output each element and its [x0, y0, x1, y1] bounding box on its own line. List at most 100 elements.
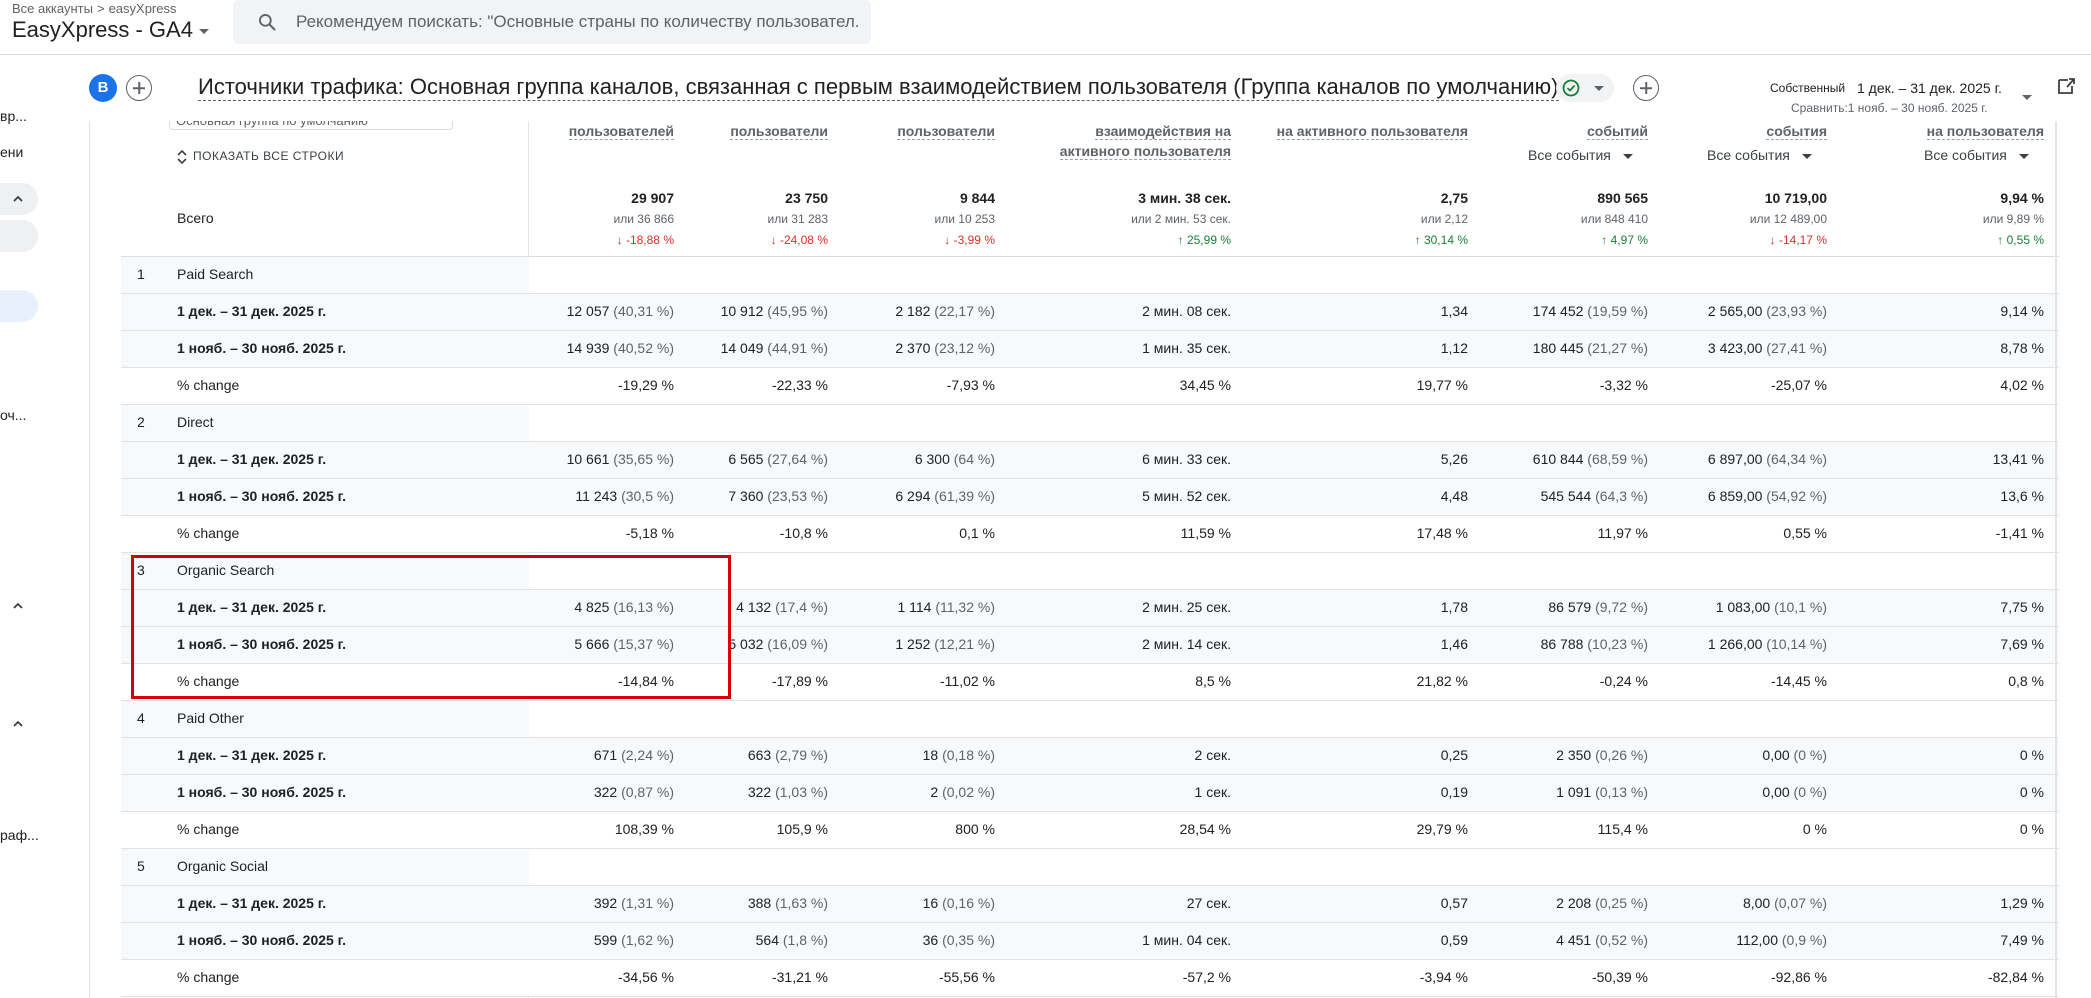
report-title[interactable]: Источники трафика: Основная группа канал…	[198, 74, 1559, 101]
metric-share: (23,12 %)	[930, 340, 995, 356]
metric-share: (0,9 %)	[1777, 932, 1827, 948]
metric-value: 86 788	[1540, 636, 1584, 652]
total-value: 9,94 %	[2000, 190, 2044, 206]
breadcrumb-all-accounts[interactable]: Все аккаунты	[12, 1, 93, 16]
channel-name[interactable]: Direct	[177, 414, 214, 430]
chevron-up-icon[interactable]	[12, 193, 24, 205]
group-row-right-fill	[529, 405, 2059, 441]
nav-label-3[interactable]: оч...	[0, 407, 26, 423]
metric-value: 174 452	[1532, 303, 1584, 319]
date-range-value[interactable]: 1 дек. – 31 дек. 2025 г.	[1857, 80, 2002, 96]
metric-header[interactable]: на пользователя	[1704, 121, 2044, 141]
total-change: ↑ 25,99 %	[1177, 233, 1231, 247]
metric-share: (27,41 %)	[1762, 340, 1827, 356]
add-comparison-icon[interactable]	[126, 75, 152, 101]
metric-cell: 16 (0,16 %)	[775, 895, 995, 911]
metric-cell: 7,75 %	[1824, 599, 2044, 615]
table-row: % change -5,18 % -10,8 % 0,1 % 11,59 % 17,48 …	[121, 516, 2059, 553]
metric-cell: 1,29 %	[1824, 895, 2044, 911]
metric-value: 1 091	[1556, 784, 1592, 800]
metric-cell: 1 сек.	[1011, 784, 1231, 800]
nav-label-4[interactable]: раф...	[0, 827, 39, 843]
metric-cell: 13,6 %	[1824, 488, 2044, 504]
metric-value: -1,41 %	[1995, 525, 2044, 541]
metric-value: 800 %	[955, 821, 995, 837]
add-card-icon[interactable]	[1633, 75, 1659, 101]
metric-cell: 3 423,00 (27,41 %)	[1607, 340, 1827, 356]
metric-value: 112,00	[1736, 932, 1778, 948]
metric-share: (11,32 %)	[931, 599, 995, 615]
nav-label-1[interactable]: вр...	[0, 108, 27, 124]
caret-down-icon	[198, 28, 209, 34]
metric-cell: 2 мин. 08 сек.	[1011, 303, 1231, 319]
metric-value: 2 182	[895, 303, 931, 319]
table-row: 1 дек. – 31 дек. 2025 г. 671 (2,24 %) 663 …	[121, 738, 2059, 775]
metric-value: 0,00	[1762, 747, 1790, 763]
metric-value: 10 912	[720, 303, 764, 319]
metric-share: (0 %)	[1789, 784, 1827, 800]
metric-value: -57,2 %	[1182, 969, 1231, 985]
channel-name[interactable]: Organic Social	[177, 858, 268, 874]
metric-value: -92,86 %	[1770, 969, 1827, 985]
show-all-rows-label: ПОКАЗАТЬ ВСЕ СТРОКИ	[193, 149, 345, 164]
metric-cell: 13,41 %	[1824, 451, 2044, 467]
metric-cell: 800 %	[775, 821, 995, 837]
breadcrumb-account[interactable]: easyXpress	[109, 1, 177, 16]
metric-value: 10 661	[566, 451, 610, 467]
chevron-up-icon[interactable]	[12, 600, 24, 612]
metric-cell: 2 565,00 (23,93 %)	[1607, 303, 1827, 319]
total-value: 23 750	[785, 190, 828, 206]
metric-header-text: на пользователя	[1926, 123, 2044, 140]
date-range-compare[interactable]: Сравнить:1 нояб. – 30 нояб. 2025 г.	[1791, 101, 1987, 115]
metric-value: 1 114	[897, 599, 932, 615]
report-status-button[interactable]	[1556, 74, 1614, 102]
channel-name[interactable]: Paid Search	[177, 266, 253, 282]
total-change: ↑ 30,14 %	[1414, 233, 1468, 247]
event-filter-dropdown[interactable]: Все события	[1528, 147, 1633, 163]
metric-value: 0,00	[1762, 784, 1790, 800]
event-filter-label: Все события	[1707, 147, 1790, 163]
metric-value: 322	[747, 784, 772, 800]
metric-value: 0 %	[2019, 821, 2044, 837]
metric-cell: 1 266,00 (10,14 %)	[1607, 636, 1827, 652]
metric-value: 34,45 %	[1179, 377, 1231, 393]
total-previous: или 10 253	[934, 212, 995, 226]
show-all-rows-button[interactable]: ПОКАЗАТЬ ВСЕ СТРОКИ	[177, 149, 344, 165]
table-row: % change -34,56 % -31,21 % -55,56 % -57,2 % -…	[121, 960, 2059, 997]
caret-down-icon[interactable]	[2022, 95, 2032, 100]
nav-item-selected[interactable]	[0, 290, 38, 322]
row-number: 1	[137, 266, 145, 282]
nav-label-2[interactable]: ени	[0, 144, 23, 160]
search-box[interactable]: Рекомендуем поискать: "Основные страны п…	[233, 0, 871, 44]
row-label: % change	[177, 525, 240, 541]
metric-value: 1 мин. 04 сек.	[1142, 932, 1231, 948]
metric-cell: 28,54 %	[1011, 821, 1231, 837]
metric-value: 2 565,00	[1707, 303, 1763, 319]
report-header: B Источники трафика: Основная группа кан…	[89, 55, 2091, 121]
metric-cell: -57,2 %	[1011, 969, 1231, 985]
group-row-organic-social[interactable]: 5 Organic Social	[121, 849, 2059, 886]
metric-value: 11,59 %	[1180, 525, 1231, 541]
metric-cell: 0,55 %	[1607, 525, 1827, 541]
metric-cell: 0,00 (0 %)	[1607, 784, 1827, 800]
chevron-up-icon[interactable]	[12, 718, 24, 730]
channel-name[interactable]: Paid Other	[177, 710, 244, 726]
metric-value: 2 сек.	[1194, 747, 1231, 763]
property-selector[interactable]: EasyXpress - GA4	[12, 17, 209, 43]
totals-label: Всего	[177, 210, 214, 226]
group-row-paid-search[interactable]: 1 Paid Search	[121, 257, 2059, 294]
row-number: 2	[137, 414, 145, 430]
event-filter-dropdown[interactable]: Все события	[1707, 147, 1812, 163]
total-change: ↓ -24,08 %	[770, 233, 828, 247]
event-filter-dropdown[interactable]: Все события	[1924, 147, 2029, 163]
metric-value: 1,29 %	[2000, 895, 2044, 911]
nav-item-pill[interactable]	[0, 220, 38, 252]
group-row-direct[interactable]: 2 Direct	[121, 405, 2059, 442]
avatar[interactable]: B	[89, 74, 117, 102]
group-row-paid-other[interactable]: 4 Paid Other	[121, 701, 2059, 738]
share-icon[interactable]	[2055, 75, 2077, 97]
metric-share: (0 %)	[1789, 747, 1827, 763]
metric-value: 1 083,00	[1715, 599, 1771, 615]
row-label: % change	[177, 969, 240, 985]
metric-value: 12 057	[566, 303, 610, 319]
